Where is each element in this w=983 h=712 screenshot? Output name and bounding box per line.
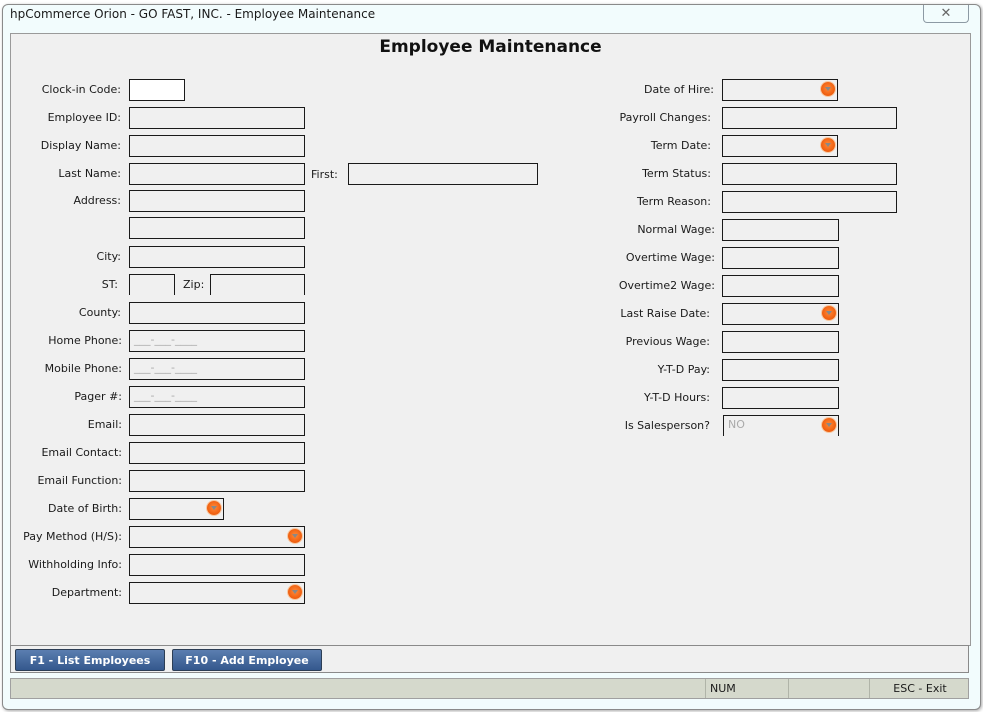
state-input[interactable] xyxy=(129,274,175,295)
ytd-hours-input[interactable] xyxy=(722,387,839,409)
email-input[interactable] xyxy=(129,414,305,436)
dropdown-arrow-icon[interactable] xyxy=(821,138,835,152)
county-label: County: xyxy=(78,306,121,319)
employee-id-label: Employee ID: xyxy=(47,111,121,124)
last-name-input[interactable] xyxy=(129,163,305,185)
employee-id-input[interactable] xyxy=(129,107,305,129)
previous-wage-input[interactable] xyxy=(722,331,839,353)
ytd-pay-label: Y-T-D Pay: xyxy=(657,363,710,376)
status-bar: NUM ESC - Exit xyxy=(10,678,969,699)
city-input[interactable] xyxy=(129,246,305,268)
display-name-input[interactable] xyxy=(129,135,305,157)
last-raise-date-picker[interactable] xyxy=(722,303,839,325)
overtime-wage-input[interactable] xyxy=(722,247,839,269)
term-reason-label: Term Reason: xyxy=(637,195,711,208)
date-of-birth-label: Date of Birth: xyxy=(47,502,122,515)
payroll-changes-input[interactable] xyxy=(722,107,897,129)
email-label: Email: xyxy=(87,418,122,431)
last-raise-date-label: Last Raise Date: xyxy=(620,307,710,320)
pager-label: Pager #: xyxy=(74,390,122,403)
zip-label: Zip: xyxy=(183,278,205,291)
dropdown-arrow-icon[interactable] xyxy=(821,82,835,96)
pager-input[interactable]: ___-___-____ xyxy=(129,386,305,408)
dropdown-arrow-icon[interactable] xyxy=(822,306,836,320)
dropdown-arrow-icon[interactable] xyxy=(207,501,221,515)
esc-exit-button[interactable]: ESC - Exit xyxy=(869,679,970,698)
add-employee-button[interactable]: F10 - Add Employee xyxy=(172,649,322,671)
overtime2-wage-input[interactable] xyxy=(722,275,839,297)
zip-input[interactable] xyxy=(210,274,305,295)
first-name-input[interactable] xyxy=(348,163,538,185)
normal-wage-input[interactable] xyxy=(722,219,839,241)
home-phone-input[interactable]: ___-___-____ xyxy=(129,330,305,352)
pay-method-select[interactable] xyxy=(129,526,305,548)
home-phone-label: Home Phone: xyxy=(48,334,122,347)
email-function-label: Email Function: xyxy=(37,474,122,487)
address-line1-input[interactable] xyxy=(129,190,305,212)
is-salesperson-label: Is Salesperson? xyxy=(624,419,710,432)
overtime-wage-label: Overtime Wage: xyxy=(625,251,715,264)
payroll-changes-label: Payroll Changes: xyxy=(619,111,711,124)
window-title: hpCommerce Orion - GO FAST, INC. - Emplo… xyxy=(10,7,376,21)
email-contact-label: Email Contact: xyxy=(41,446,122,459)
term-status-label: Term Status: xyxy=(642,167,711,180)
withholding-info-input[interactable] xyxy=(129,554,305,576)
mobile-phone-input[interactable]: ___-___-____ xyxy=(129,358,305,380)
clock-in-code-label: Clock-in Code: xyxy=(41,83,121,96)
previous-wage-label: Previous Wage: xyxy=(625,335,710,348)
num-lock-indicator: NUM xyxy=(705,679,790,698)
first-name-label: First: xyxy=(311,168,338,181)
address-line2-input[interactable] xyxy=(129,217,305,239)
ytd-pay-input[interactable] xyxy=(722,359,839,381)
withholding-info-label: Withholding Info: xyxy=(28,558,122,571)
ytd-hours-label: Y-T-D Hours: xyxy=(644,391,710,404)
term-date-label: Term Date: xyxy=(650,139,711,152)
is-salesperson-select[interactable]: NO xyxy=(723,415,839,436)
dropdown-arrow-icon[interactable] xyxy=(288,585,302,599)
close-button[interactable]: ✕ xyxy=(923,5,969,23)
date-of-hire-picker[interactable] xyxy=(722,79,838,101)
normal-wage-label: Normal Wage: xyxy=(637,223,715,236)
email-contact-input[interactable] xyxy=(129,442,305,464)
list-employees-button[interactable]: F1 - List Employees xyxy=(15,649,165,671)
date-of-hire-label: Date of Hire: xyxy=(644,83,714,96)
status-empty-panel xyxy=(788,679,869,698)
dropdown-arrow-icon[interactable] xyxy=(822,418,836,432)
overtime2-wage-label: Overtime2 Wage: xyxy=(618,279,715,292)
close-x-icon: ✕ xyxy=(940,6,952,21)
email-function-input[interactable] xyxy=(129,470,305,492)
is-salesperson-value: NO xyxy=(728,418,745,431)
display-name-label: Display Name: xyxy=(40,139,121,152)
department-select[interactable] xyxy=(129,582,305,604)
page-title: Employee Maintenance xyxy=(379,37,602,57)
term-date-picker[interactable] xyxy=(722,135,838,157)
last-name-label: Last Name: xyxy=(58,167,121,180)
date-of-birth-picker[interactable] xyxy=(129,498,224,520)
clock-in-code-input[interactable] xyxy=(129,79,185,101)
term-reason-input[interactable] xyxy=(722,191,897,213)
term-status-input[interactable] xyxy=(722,163,897,185)
county-input[interactable] xyxy=(129,302,305,324)
pay-method-label: Pay Method (H/S): xyxy=(23,530,122,543)
department-label: Department: xyxy=(51,586,122,599)
dropdown-arrow-icon[interactable] xyxy=(288,529,302,543)
mobile-phone-label: Mobile Phone: xyxy=(44,362,122,375)
button-bar: F1 - List Employees F10 - Add Employee xyxy=(10,645,969,673)
city-label: City: xyxy=(96,250,121,263)
address-label: Address: xyxy=(73,194,121,207)
state-label: ST: xyxy=(101,278,118,291)
